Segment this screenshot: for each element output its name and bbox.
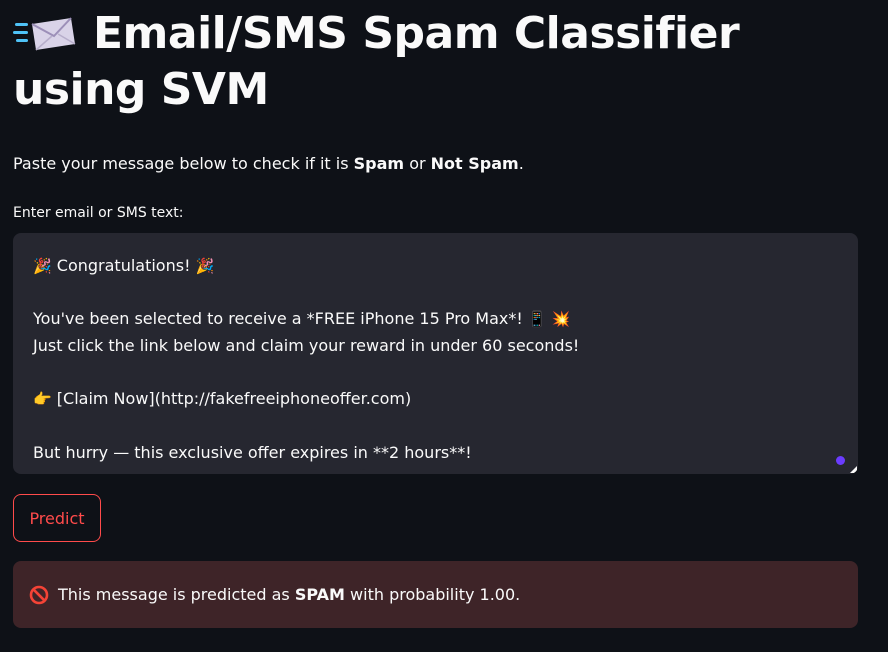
intro-prefix: Paste your message below to check if it …: [13, 154, 354, 173]
predict-button[interactable]: Predict: [13, 494, 101, 542]
app-page: Email/SMS Spam Classifier using SVM Past…: [0, 0, 888, 652]
textarea-line-7: [33, 413, 838, 440]
party-popper-icon: 🎉: [195, 257, 215, 275]
textarea-line-6: 👉 [Claim Now](http://fakefreeiphoneoffer…: [33, 386, 838, 413]
prohibited-icon: [29, 585, 49, 604]
result-prefix: This message is predicted as: [58, 585, 295, 604]
incoming-envelope-icon: [13, 17, 76, 51]
textarea-line-6-text: [Claim Now](http://fakefreeiphoneoffer.c…: [51, 389, 412, 409]
result-text: This message is predicted as SPAM with p…: [58, 585, 520, 604]
intro-text: Paste your message below to check if it …: [13, 152, 524, 176]
message-textarea[interactable]: 🎉 Congratulations! 🎉 You've been selecte…: [13, 233, 858, 474]
result-suffix: with probability 1.00.: [344, 585, 521, 604]
textarea-line-1: 🎉 Congratulations! 🎉: [33, 253, 838, 280]
textarea-line-3: You've been selected to receive a *FREE …: [33, 306, 838, 333]
textarea-line-5: [33, 360, 838, 387]
page-title-text: Email/SMS Spam Classifier using SVM: [13, 8, 740, 115]
textarea-line-3-text: You've been selected to receive a *FREE …: [33, 309, 528, 329]
intro-middle: or: [404, 154, 431, 173]
textarea-line-4: Just click the link below and claim your…: [33, 336, 580, 356]
intro-suffix: .: [518, 154, 524, 173]
party-popper-icon: 🎉: [33, 257, 52, 275]
intro-not-spam-label: Not Spam: [430, 154, 519, 173]
result-label: SPAM: [294, 585, 345, 604]
mobile-phone-icon: 📱: [527, 310, 547, 329]
prediction-result-alert: This message is predicted as SPAM with p…: [13, 561, 858, 628]
textarea-line-2: [33, 280, 838, 307]
resize-handle-icon[interactable]: [850, 466, 857, 473]
pointing-hand-icon: 👉: [33, 390, 52, 409]
collision-icon: 💥: [551, 310, 571, 329]
page-title: Email/SMS Spam Classifier using SVM: [13, 6, 873, 118]
textarea-line-8: But hurry — this exclusive offer expires…: [33, 442, 472, 462]
intro-spam-label: Spam: [353, 154, 405, 173]
message-input-label: Enter email or SMS text:: [13, 205, 184, 221]
textarea-line-1-text: Congratulations!: [51, 256, 196, 275]
focus-indicator-dot: [836, 456, 845, 465]
